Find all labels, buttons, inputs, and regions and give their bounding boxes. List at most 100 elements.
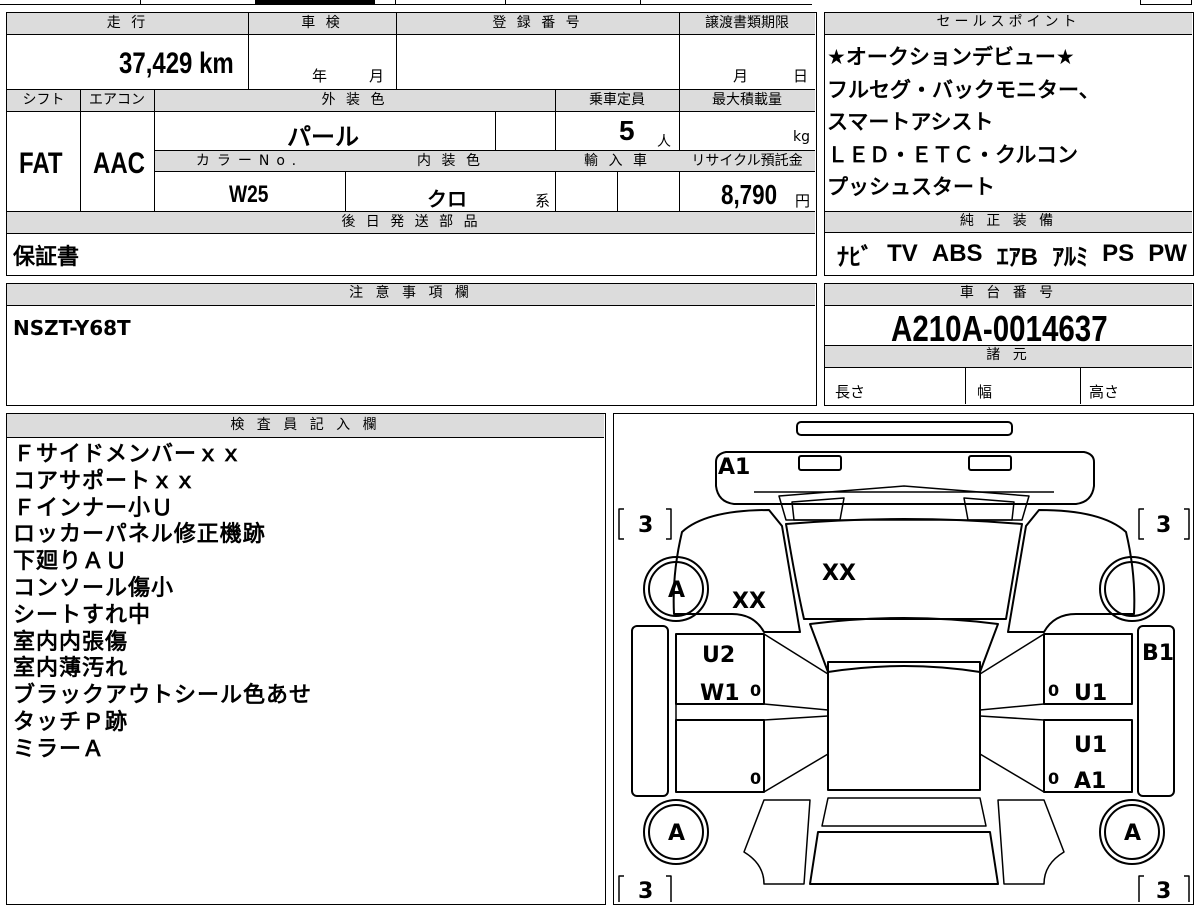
inspector-line: コアサポートｘｘ (13, 468, 198, 494)
mark-right-front-door-u1: U1 (1074, 681, 1107, 706)
capacity-label: 乗車定員 (589, 92, 645, 108)
mileage-value: 37,429 km (119, 47, 234, 80)
equipment-ps: PS (1102, 240, 1135, 267)
registration-label: 登 録 番 号 (492, 15, 583, 31)
mark-zero-lr: 0 (750, 769, 761, 788)
equipment-alloy: ｱﾙﾐ (1052, 243, 1089, 271)
sales-points-box: セールスポイント ★オークションデビュー★ フルセグ・バックモニター、 スマート… (824, 12, 1194, 276)
height-label: 高さ (1089, 383, 1120, 401)
equipment-navi: ﾅﾋﾞ (837, 243, 873, 271)
mark-left-front-door-u2: U2 (702, 643, 735, 668)
notes-label: 注 意 事 項 欄 (7, 284, 815, 306)
genuine-equipment-list: ﾅﾋﾞ TV ABS ｴｱB ｱﾙﾐ PS PW (837, 237, 1187, 271)
mark-zero-rr: 0 (1048, 769, 1059, 788)
inspector-line: Ｆインナー小Ｕ (13, 495, 175, 521)
shaken-month-unit: 月 (369, 67, 385, 85)
inspector-line: ブラックアウトシール色あせ (13, 683, 313, 709)
mark-left-fender: XX (732, 589, 766, 614)
right-front-fender (1007, 509, 1136, 633)
front-bumper (715, 451, 1095, 505)
vehicle-info-table: 走 行 車 検 登 録 番 号 譲渡書類期限 37,429 km 年 月 月 日… (6, 12, 817, 276)
mark-front-left-wheel: A (668, 578, 685, 603)
capacity-unit: 人 (657, 134, 671, 150)
interior-color-label: 内 装 色 (417, 153, 483, 169)
max-load-label: 最大積載量 (712, 92, 782, 108)
roof (827, 661, 981, 791)
left-rear-fender (743, 799, 811, 885)
equipment-abs: ABS (931, 240, 983, 267)
left-headlight (798, 455, 842, 471)
shaken-year-unit: 年 (312, 67, 328, 85)
transfer-month-unit: 月 (733, 67, 749, 85)
inspector-line: シートすれ中 (13, 602, 152, 628)
chassis-number: A210A-0014637 (891, 308, 1108, 349)
tire-score-fr: 3 (1156, 513, 1171, 538)
car-diagram: 3 3 3 3 A1 XX XX A A A U2 W1 B1 U1 U1 A1… (618, 421, 1190, 902)
equipment-airbag: ｴｱB (996, 243, 1038, 271)
right-rear-fender (997, 799, 1065, 885)
shaken-label: 車 検 (301, 15, 343, 31)
inspector-line: Ｆサイドメンバーｘｘ (13, 442, 244, 467)
specs-label: 諸 元 (825, 346, 1192, 368)
sales-point-line: スマートアシスト (827, 110, 994, 134)
inspector-line: ロッカーパネル修正機跡 (13, 522, 266, 548)
mark-zero-lf: 0 (750, 681, 761, 700)
exterior-color-label: 外 装 色 (321, 92, 388, 108)
tire-score-rl: 3 (638, 879, 653, 902)
aircon-value: AAC (93, 147, 145, 180)
windshield (809, 617, 999, 673)
rear-trunk (809, 831, 999, 885)
shift-label: シフト (22, 92, 65, 108)
mark-front-bumper: A1 (718, 455, 750, 480)
sales-point-line: ★オークションデビュー★ (827, 45, 1075, 69)
mileage-label: 走 行 (106, 15, 149, 31)
mark-zero-rf: 0 (1048, 681, 1059, 700)
inspector-line: 下廻りＡＵ (13, 549, 129, 575)
left-rocker-panel (631, 625, 669, 797)
right-headlight (968, 455, 1012, 471)
recycle-unit: 円 (795, 192, 811, 210)
sales-point-line: フルセグ・バックモニター、 (827, 77, 1100, 102)
car-diagram-box: 3 3 3 3 A1 XX XX A A A U2 W1 B1 U1 U1 A1… (613, 413, 1194, 905)
capacity-value: 5 (619, 115, 635, 146)
mark-right-rear-door-a1: A1 (1074, 769, 1106, 794)
shift-value: FAT (19, 147, 63, 180)
color-no-label: カラーNo. (195, 153, 304, 169)
chassis-label: 車 台 番 号 (825, 284, 1192, 306)
mark-right-rear-door-u1: U1 (1074, 733, 1107, 758)
equipment-pw: PW (1148, 240, 1187, 267)
inspector-label: 検 査 員 記 入 欄 (7, 414, 604, 438)
transfer-deadline-label: 譲渡書類期限 (705, 15, 789, 31)
mark-hood: XX (822, 561, 856, 586)
mark-rear-right-wheel: A (1124, 821, 1141, 846)
tire-score-rr: 3 (1156, 879, 1171, 902)
mark-rear-left-wheel: A (668, 821, 685, 846)
sales-points-label: セールスポイント (825, 13, 1192, 35)
width-label: 幅 (977, 383, 993, 401)
interior-color-value: クロ (427, 187, 467, 211)
rear-window (821, 797, 987, 827)
later-parts-value: 保証書 (13, 245, 80, 270)
mark-left-front-door-w1: W1 (700, 681, 740, 706)
notes-value: NSZT-Y68T (13, 316, 131, 340)
inspector-line: 室内内張傷 (13, 629, 129, 655)
recycle-amount: 8,790 (721, 179, 778, 210)
inspector-line: コンソール傷小 (13, 575, 175, 601)
inspector-line: タッチＰ跡 (13, 709, 129, 735)
inspector-line: 室内薄汚れ (13, 656, 129, 682)
genuine-equipment-label: 純 正 装 備 (825, 212, 1192, 233)
notes-box: 注 意 事 項 欄 NSZT-Y68T (6, 283, 817, 406)
interior-color-suffix: 系 (535, 192, 551, 210)
aircon-label: エアコン (89, 92, 145, 108)
chassis-box: 車 台 番 号 A210A-0014637 諸 元 長さ 幅 高さ (824, 283, 1194, 406)
inspector-line: ミラーＡ (13, 736, 106, 762)
sales-point-line: ＬＥＤ・ＥＴＣ・クルコン (827, 142, 1078, 167)
recycle-label: リサイクル預託金 (691, 153, 803, 169)
top-strip (0, 0, 1200, 6)
mark-right-rocker-b1: B1 (1142, 641, 1174, 666)
import-label: 輸 入 車 (584, 153, 650, 169)
tire-score-fl: 3 (638, 513, 653, 538)
front-number-plate (796, 421, 1013, 436)
transfer-day-unit: 日 (793, 67, 809, 85)
inspector-box: 検 査 員 記 入 欄 Ｆサイドメンバーｘｘ コアサポートｘｘ Ｆインナー小Ｕ … (6, 413, 606, 905)
